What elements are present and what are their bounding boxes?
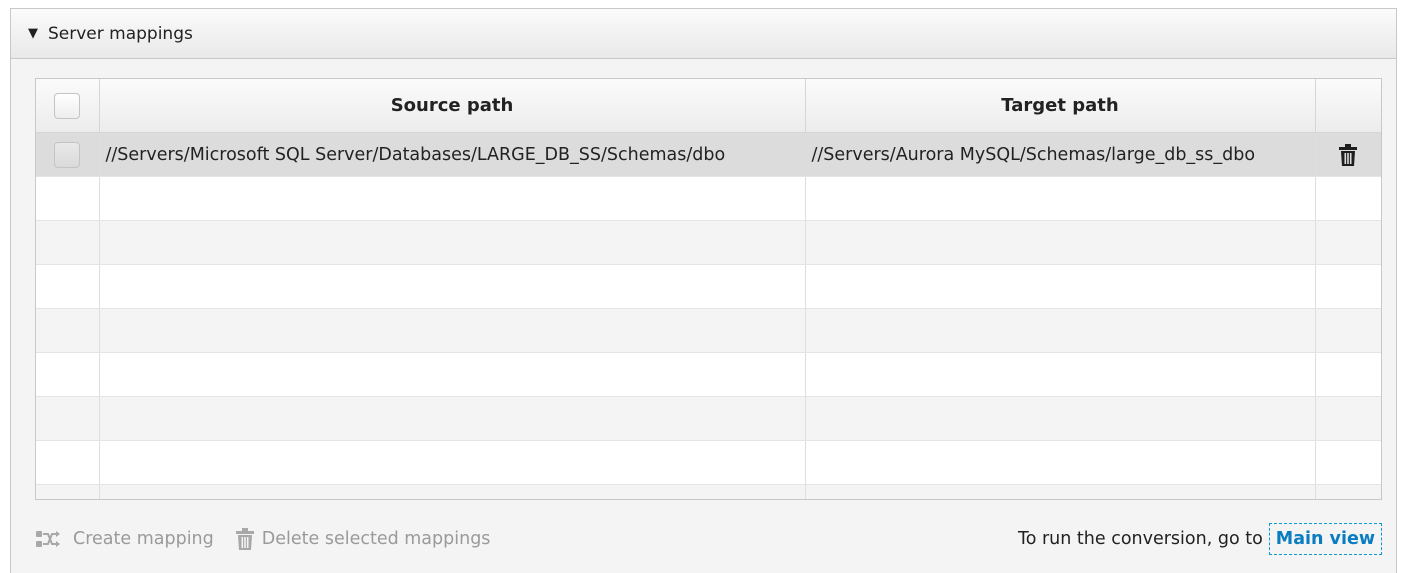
create-mapping-label: Create mapping [73, 529, 214, 549]
table-row [36, 308, 1381, 353]
trash-icon [235, 528, 254, 550]
create-mapping-icon [36, 531, 60, 547]
server-mappings-panel: ▼ Server mappings Source path Target pat… [10, 8, 1397, 573]
create-mapping-button[interactable]: Create mapping [35, 529, 214, 549]
triangle-down-icon[interactable]: ▼ [28, 26, 38, 41]
table-row [36, 440, 1381, 485]
source-path-cell: //Servers/Microsoft SQL Server/Databases… [99, 132, 806, 177]
select-all-header [36, 79, 100, 133]
run-conversion-hint: To run the conversion, go to [1017, 529, 1263, 549]
table-row [36, 264, 1381, 309]
table-row [36, 396, 1381, 441]
table-row [36, 484, 1381, 499]
trash-icon[interactable] [1339, 143, 1358, 166]
table-header-row: Source path Target path [36, 79, 1381, 133]
target-path-cell: //Servers/Aurora MySQL/Schemas/large_db_… [805, 132, 1316, 177]
column-header-source-path[interactable]: Source path [99, 79, 806, 133]
row-actions-cell [1315, 132, 1381, 177]
panel-title: Server mappings [48, 23, 193, 44]
table-row [36, 352, 1381, 397]
row-checkbox[interactable] [54, 141, 81, 168]
delete-selected-mappings-label: Delete selected mappings [261, 529, 491, 549]
server-mappings-header[interactable]: ▼ Server mappings [11, 9, 1396, 59]
table-row[interactable]: //Servers/Microsoft SQL Server/Databases… [36, 132, 1381, 177]
mappings-table: Source path Target path //Servers/Micros… [35, 78, 1382, 500]
delete-selected-mappings-button[interactable]: Delete selected mappings [235, 528, 491, 550]
main-view-link[interactable]: Main view [1268, 523, 1382, 555]
mappings-footer: Create mapping Delete selected mappings … [35, 519, 1382, 559]
table-row [36, 176, 1381, 221]
column-header-actions [1315, 79, 1381, 133]
select-all-checkbox[interactable] [54, 92, 81, 119]
column-header-target-path[interactable]: Target path [805, 79, 1316, 133]
table-row [36, 220, 1381, 265]
